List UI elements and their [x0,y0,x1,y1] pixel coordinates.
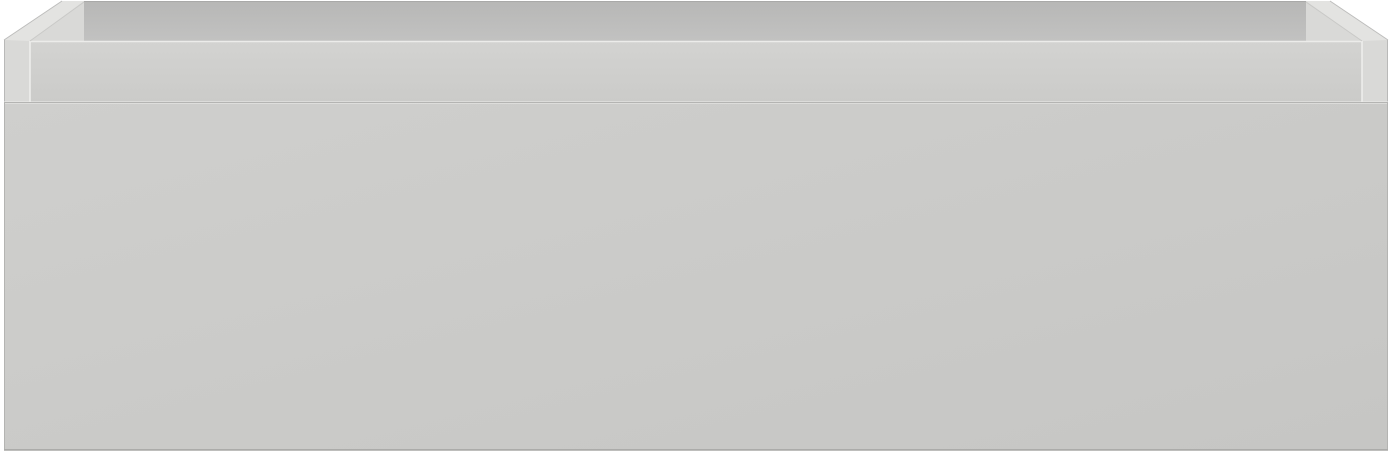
inner-lip [30,41,1362,102]
inner-back-wall [84,2,1306,41]
product-render-stage [0,0,1392,453]
front-panel [4,102,1388,450]
drawer-box-illustration [3,0,1389,451]
